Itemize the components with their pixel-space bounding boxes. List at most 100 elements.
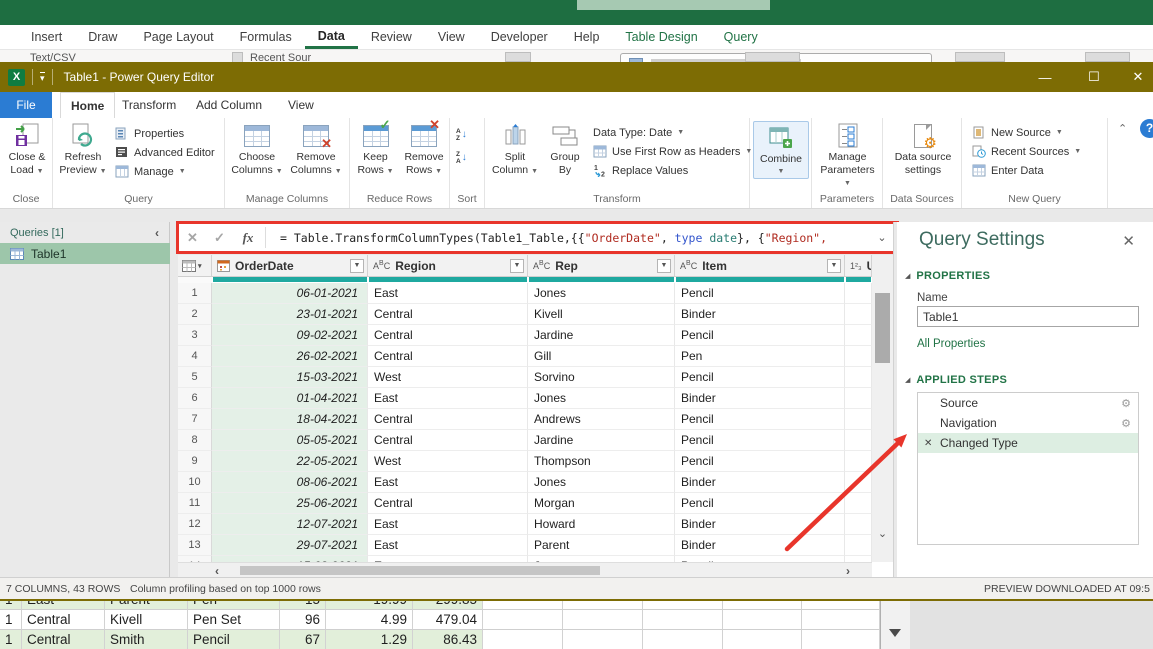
cell-rep[interactable]: Parent [105,601,188,610]
excel-vertical-scrollbar[interactable] [880,601,910,649]
cell-units[interactable]: 15 [280,601,326,610]
step-changed-type[interactable]: ✕ Changed Type [918,433,1138,453]
filter-dropdown-icon[interactable]: ▼ [657,259,671,273]
advanced-editor-button[interactable]: Advanced Editor [115,143,215,162]
excel-tab-draw[interactable]: Draw [75,25,130,49]
cell-region[interactable]: Central [22,630,105,649]
cell-item[interactable]: Pen [188,601,280,610]
row-number[interactable]: 4 [178,346,212,367]
excel-tab-developer[interactable]: Developer [478,25,561,49]
collapse-queries-pane-icon[interactable]: ‹ [155,226,159,240]
query-item-table1[interactable]: Table1 [0,243,170,264]
excel-tab-query[interactable]: Query [711,25,771,49]
row-number[interactable]: 7 [178,409,212,430]
use-first-row-as-headers-button[interactable]: Use First Row as Headers ▼ [593,142,752,161]
query-name-input[interactable] [917,306,1139,327]
data-source-settings-button[interactable]: ⚙ Data source settings [891,121,955,176]
cell-units-clipped[interactable] [845,325,872,346]
cell-item[interactable]: Pencil [675,451,845,472]
refresh-preview-button[interactable]: Refresh Preview ▼ [58,121,108,178]
formula-expand-icon[interactable]: ⌄ [868,231,896,244]
cell-item[interactable]: Pencil [188,630,280,649]
step-source[interactable]: Source ⚙ [918,393,1138,413]
cell-unit-cost[interactable]: 4.99 [326,610,413,630]
cell-region[interactable]: East [22,601,105,610]
step-navigation[interactable]: Navigation ⚙ [918,413,1138,433]
close-button[interactable]: ✕ [1123,62,1153,92]
pq-tab-home[interactable]: Home [60,92,115,118]
minimize-button[interactable]: — [1030,62,1060,92]
collapse-ribbon-icon[interactable]: ⌃ [1118,122,1127,135]
grid-vertical-scrollbar[interactable]: ⌄ [872,255,893,562]
column-header-region[interactable]: ABC Region ▼ [368,255,528,277]
formula-cancel-icon[interactable]: ✕ [179,230,206,246]
excel-search-box[interactable] [577,0,770,10]
filter-dropdown-icon[interactable]: ▼ [827,259,841,273]
cell-item[interactable]: Pencil [675,325,845,346]
replace-values-button[interactable]: 12 Replace Values [593,161,688,180]
cell-region[interactable]: East [368,535,528,556]
cell-rep[interactable]: Thompson [528,451,675,472]
filter-dropdown-icon[interactable]: ▼ [510,259,524,273]
delete-step-icon[interactable]: ✕ [924,438,932,449]
pq-tab-file[interactable]: File [0,92,52,118]
gear-icon[interactable]: ⚙ [1121,397,1131,410]
cell-item[interactable]: Binder [675,304,845,325]
grid-horizontal-scrollbar[interactable]: ‹ › [178,562,872,577]
cell-orderdate[interactable]: 12-07-2021 [212,514,368,535]
cell-region[interactable]: East [368,388,528,409]
cell-region[interactable]: Central [368,409,528,430]
cell-item[interactable]: Pencil [675,409,845,430]
cell-date-clipped[interactable]: 1 [0,630,22,649]
cell-item[interactable]: Binder [675,388,845,409]
cell-orderdate[interactable]: 25-06-2021 [212,493,368,514]
remove-columns-button[interactable]: ✕ Remove Columns ▼ [287,121,345,178]
new-source-button[interactable]: New Source ▼ [972,123,1063,142]
cell-total[interactable]: 479.04 [413,610,483,630]
sort-ascending-button[interactable]: AZ↓ [456,125,467,144]
cell-orderdate[interactable]: 26-02-2021 [212,346,368,367]
cell-region[interactable]: East [368,514,528,535]
cell-item[interactable]: Pen Set [188,610,280,630]
row-number[interactable]: 3 [178,325,212,346]
cell-units-clipped[interactable] [845,535,872,556]
cell-item[interactable]: Pencil [675,283,845,304]
cell-region[interactable]: East [368,283,528,304]
cell-total[interactable]: 86.43 [413,630,483,649]
cell-region[interactable]: Central [22,610,105,630]
excel-tab-data[interactable]: Data [305,25,358,49]
row-number[interactable]: 10 [178,472,212,493]
cell-region[interactable]: Central [368,493,528,514]
cell-orderdate[interactable]: 06-01-2021 [212,283,368,304]
scrollbar-thumb[interactable] [240,566,600,575]
cell-rep[interactable]: Jardine [528,430,675,451]
applied-steps-section-header[interactable]: ◢ APPLIED STEPS [905,374,1007,386]
formula-input[interactable]: = Table.TransformColumnTypes(Table1_Tabl… [268,231,868,245]
column-header-units-clipped[interactable]: 1²₃ Uni [845,255,872,277]
cell-rep[interactable]: Jones [528,388,675,409]
cell-rep[interactable]: Sorvino [528,367,675,388]
cell-item[interactable]: Pencil [675,367,845,388]
manage-parameters-button[interactable]: Manage Parameters ▼ [817,121,878,191]
grid-select-all-corner[interactable]: ▾ [178,255,212,277]
cell-units-clipped[interactable] [845,493,872,514]
cell-units-clipped[interactable] [845,451,872,472]
cell-rep[interactable]: Jones [528,472,675,493]
cell-orderdate[interactable]: 29-07-2021 [212,535,368,556]
cell-region[interactable]: West [368,451,528,472]
pq-tab-view[interactable]: View [278,92,324,118]
column-header-orderdate[interactable]: OrderDate ▼ [212,255,368,277]
scroll-left-icon[interactable]: ‹ [215,564,219,578]
cell-rep[interactable]: Morgan [528,493,675,514]
cell-units[interactable]: 67 [280,630,326,649]
row-number[interactable]: 5 [178,367,212,388]
cell-rep[interactable]: Smith [105,630,188,649]
row-number[interactable]: 8 [178,430,212,451]
cell-rep[interactable]: Kivell [528,304,675,325]
cell-item[interactable]: Binder [675,514,845,535]
cell-units-clipped[interactable] [845,472,872,493]
cell-region[interactable]: West [368,367,528,388]
combine-button[interactable]: Combine ▼ [753,121,809,179]
pq-title-bar[interactable]: X ▾ Table1 - Power Query Editor — ☐ ✕ [0,62,1153,92]
cell-orderdate[interactable]: 08-06-2021 [212,472,368,493]
